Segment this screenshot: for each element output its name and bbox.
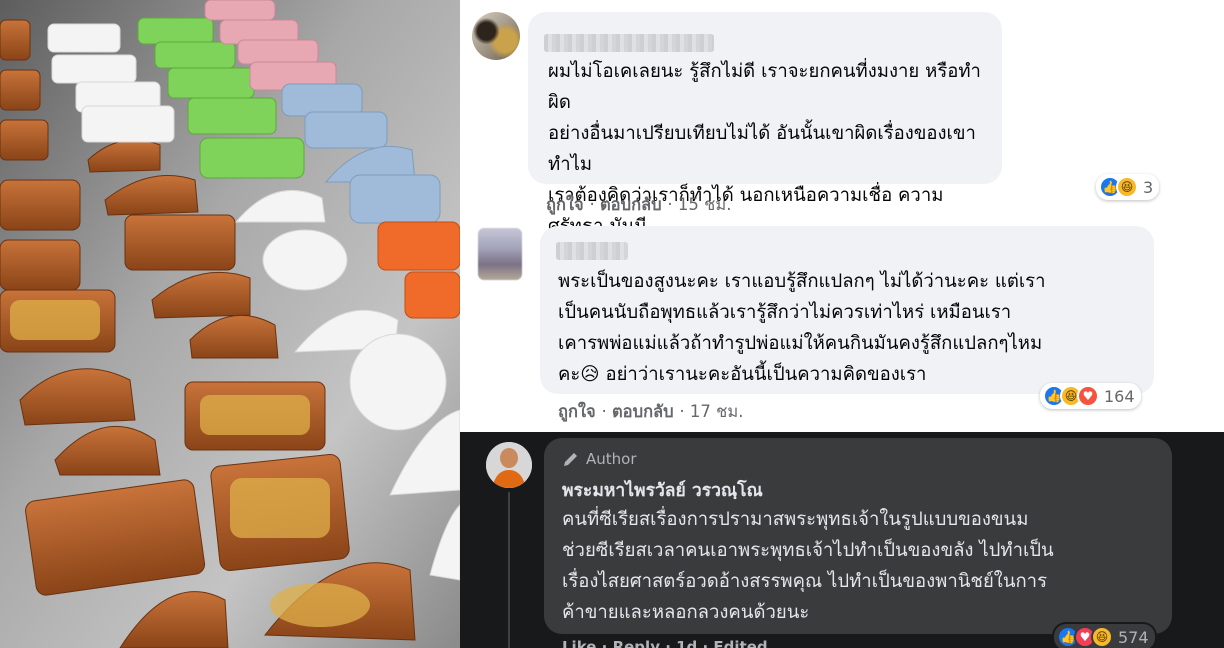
author-reply-actions[interactable]: Like · Reply · 1d · Edited — [562, 638, 768, 648]
haha-icon: 😆 — [1091, 626, 1113, 648]
care-icon: ♥ — [1077, 385, 1099, 407]
comment-1-reply-link[interactable]: ตอบกลับ — [600, 195, 662, 214]
comment-1-actions: ถูกใจ · ตอบกลับ · 15 ชม. — [546, 195, 732, 214]
author-reply-panel: Author พระมหาไพรวัลย์ วรวณฺโณ คนที่ซีเรี… — [460, 432, 1224, 648]
comment-2-like-link[interactable]: ถูกใจ — [558, 402, 596, 421]
comment-2-text: พระเป็นของสูงนะคะ เราแอบรู้สึกแปลกๆ ไม่ไ… — [558, 271, 1046, 385]
author-badge-label: Author — [586, 450, 637, 468]
commenter-2-name-blurred[interactable] — [556, 242, 628, 260]
comment-1-timestamp[interactable]: 15 ชม. — [678, 195, 732, 214]
candy-photo-drawing — [0, 0, 460, 648]
author-name[interactable]: พระมหาไพรวัลย์ วรวณฺโณ — [562, 476, 763, 504]
comment-1-reactions[interactable]: 👍 😆 3 — [1096, 174, 1160, 200]
author-reply-reaction-count: 574 — [1118, 627, 1149, 647]
comment-2-timestamp[interactable]: 17 ชม. — [690, 402, 744, 421]
thread-line — [508, 492, 510, 648]
candy-photo — [0, 0, 460, 648]
comment-2-reaction-count: 164 — [1104, 386, 1135, 406]
author-reply-text: คนที่ซีเรียสเรื่องการปรามาสพระพุทธเจ้าใน… — [562, 509, 1054, 623]
commenter-2-avatar[interactable] — [478, 228, 522, 280]
comments-panel: ผมไม่โอเคเลยนะ รู้สึกไม่ดี เราจะยกคนที่ง… — [460, 0, 1224, 432]
comment-2-reactions[interactable]: 👍 😆 ♥ 164 — [1040, 383, 1141, 409]
commenter-1-avatar[interactable] — [472, 12, 520, 60]
author-avatar[interactable] — [486, 442, 532, 488]
comment-1-like-link[interactable]: ถูกใจ — [546, 195, 584, 214]
pencil-icon — [564, 453, 577, 466]
author-badge: Author — [562, 450, 637, 468]
comment-2-reply-link[interactable]: ตอบกลับ — [612, 402, 674, 421]
commenter-1-name-blurred[interactable] — [544, 34, 714, 52]
haha-icon: 😆 — [1116, 176, 1138, 198]
comment-2-actions: ถูกใจ · ตอบกลับ · 17 ชม. — [558, 402, 744, 421]
comment-1-reaction-count: 3 — [1143, 177, 1154, 197]
author-reply-reactions[interactable]: 👍 ♥ 😆 574 — [1054, 624, 1155, 648]
monk-avatar-icon — [486, 442, 532, 488]
